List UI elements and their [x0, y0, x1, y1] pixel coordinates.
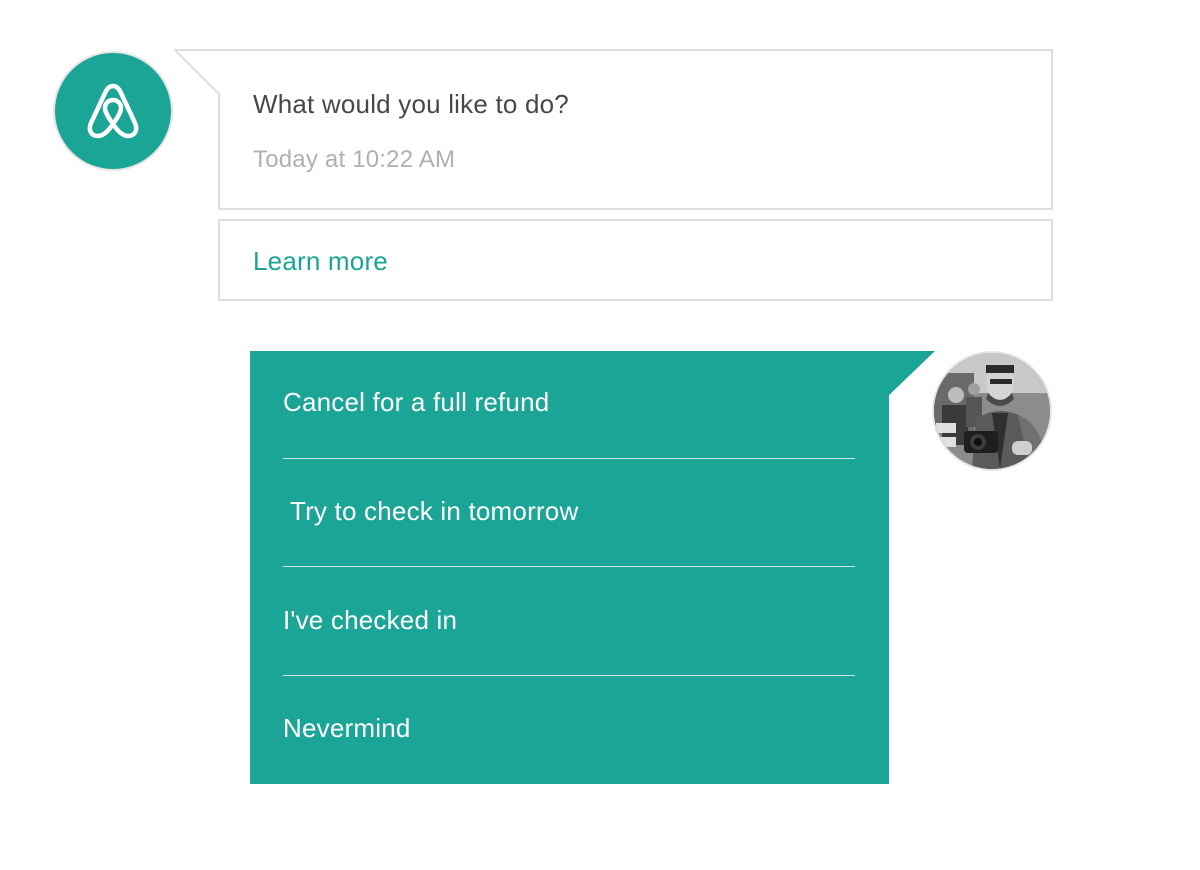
reply-option[interactable]: Nevermind: [283, 676, 855, 784]
airbnb-logo-icon: [87, 83, 139, 139]
reply-bubble-tail: [887, 351, 935, 397]
learn-more-card[interactable]: Learn more: [218, 219, 1053, 301]
reply-option-label: Cancel for a full refund: [283, 387, 550, 417]
reply-option-label: Nevermind: [283, 713, 411, 743]
learn-more-link[interactable]: Learn more: [253, 246, 388, 277]
user-avatar: [932, 351, 1052, 471]
reply-option[interactable]: I've checked in: [283, 568, 855, 676]
reply-option-label: Try to check in tomorrow: [283, 496, 579, 526]
chat-thread: What would you like to do? Today at 10:2…: [0, 0, 1200, 870]
bot-message-text: What would you like to do?: [253, 89, 569, 119]
reply-options-bubble: Cancel for a full refund Try to check in…: [250, 351, 889, 784]
bot-avatar: [53, 51, 173, 171]
message-timestamp: Today at 10:22 AM: [253, 146, 456, 173]
user-photo-avatar: [934, 353, 1050, 469]
bot-message-bubble: What would you like to do? Today at 10:2…: [218, 49, 1053, 210]
reply-option[interactable]: Cancel for a full refund: [283, 351, 855, 459]
bot-bubble-tail: [174, 49, 221, 96]
reply-option[interactable]: Try to check in tomorrow: [283, 459, 855, 567]
reply-option-label: I've checked in: [283, 605, 458, 635]
